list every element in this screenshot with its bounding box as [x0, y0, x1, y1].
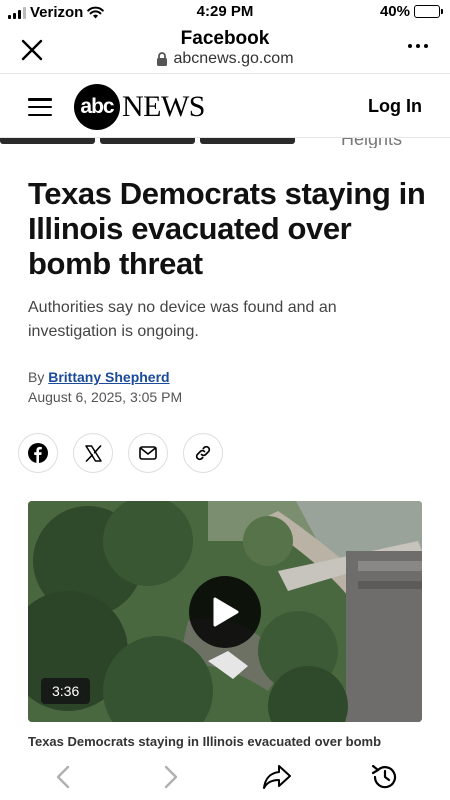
share-x-button[interactable] [73, 433, 113, 473]
article-headline: Texas Democrats staying in Illinois evac… [28, 176, 426, 281]
share-email-button[interactable] [128, 433, 168, 473]
abc-logo-text: NEWS [122, 90, 206, 123]
video-duration: 3:36 [41, 678, 91, 704]
link-icon [195, 445, 211, 461]
forward-button[interactable] [156, 762, 186, 792]
play-button[interactable] [189, 576, 261, 648]
byline-prefix: By [28, 369, 45, 385]
url-text: abcnews.go.com [173, 50, 294, 67]
strip-image [0, 138, 95, 144]
url-display[interactable]: abcnews.go.com [0, 50, 450, 68]
login-button[interactable]: Log In [368, 96, 422, 117]
more-options-button[interactable] [408, 44, 428, 48]
video-player[interactable]: 3:36 [28, 501, 422, 722]
abc-logo-circle: abc [74, 84, 120, 130]
site-navbar: abc NEWS Log In [0, 76, 450, 138]
publish-date: August 6, 2025, 3:05 PM [28, 389, 183, 405]
share-page-button[interactable] [262, 762, 292, 792]
mail-icon [139, 446, 157, 460]
video-caption: Texas Democrats staying in Illinois evac… [28, 734, 382, 749]
share-icon [263, 765, 291, 789]
byline: By Brittany Shepherd [28, 369, 170, 385]
more-icon [408, 44, 412, 48]
share-buttons [18, 433, 223, 473]
strip-image [100, 138, 195, 144]
battery-icon [414, 5, 443, 18]
article-subheadline: Authorities say no device was found and … [28, 299, 337, 340]
x-icon [84, 444, 102, 462]
history-button[interactable] [370, 762, 400, 792]
share-facebook-button[interactable] [18, 433, 58, 473]
history-icon [371, 764, 397, 789]
abc-news-logo[interactable]: abc NEWS [74, 84, 206, 130]
browser-toolbar [0, 752, 450, 800]
lock-icon [157, 52, 168, 66]
play-icon [213, 597, 239, 627]
back-icon [56, 765, 70, 789]
copy-link-button[interactable] [183, 433, 223, 473]
in-app-browser-header: Facebook abcnews.go.com [0, 26, 450, 74]
strip-image [200, 138, 295, 144]
back-button[interactable] [48, 762, 78, 792]
battery-group: 40% [379, 3, 443, 20]
forward-icon [164, 765, 178, 789]
facebook-icon [28, 443, 48, 463]
battery-percent: 40% [379, 3, 410, 20]
scrolled-content-strip: Heights [0, 138, 450, 148]
status-bar: Verizon 4:29 PM 40% [0, 0, 450, 26]
menu-icon[interactable] [28, 98, 52, 116]
strip-caption: Heights [340, 138, 402, 148]
browser-title: Facebook [180, 28, 270, 49]
author-link[interactable]: Brittany Shepherd [48, 369, 169, 385]
